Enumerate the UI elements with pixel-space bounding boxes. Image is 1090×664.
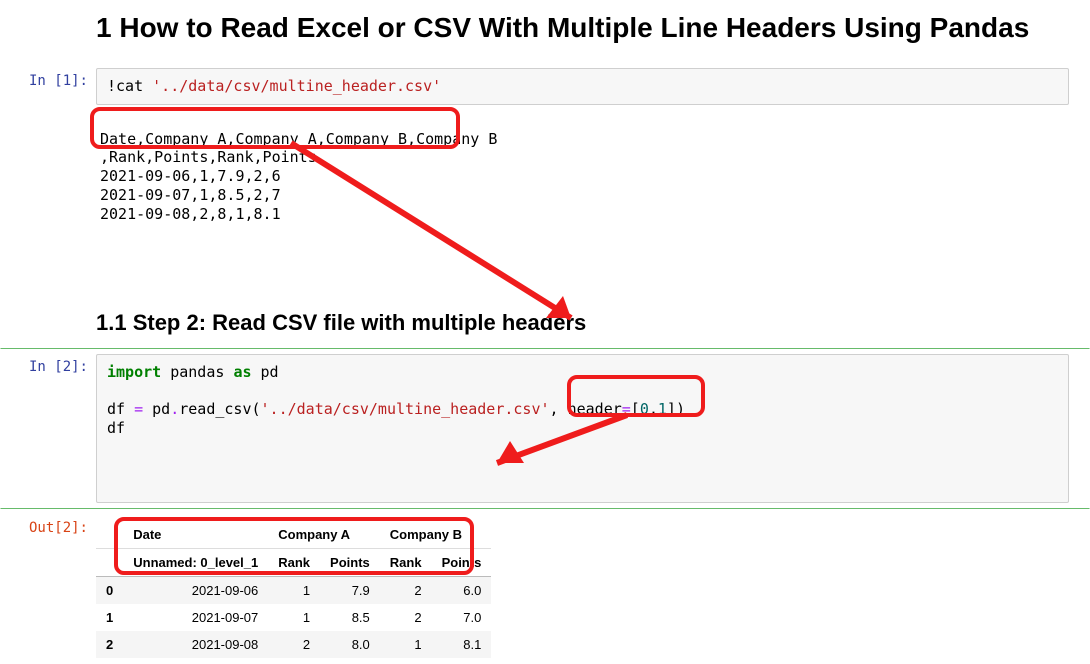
- out1-l3: 2021-09-07,1,8.5,2,7: [100, 186, 281, 204]
- code-input-1[interactable]: !cat '../data/csv/multine_header.csv': [96, 68, 1069, 105]
- dataframe-table: Date Company A Company B Unnamed: 0_leve…: [96, 521, 491, 658]
- table-row: 0 2021-09-06 1 7.9 2 6.0: [96, 576, 491, 604]
- table-header-row-2: Unnamed: 0_level_1 Rank Points Rank Poin…: [96, 548, 491, 576]
- out1-l4: 2021-09-08,2,8,1,8.1: [100, 205, 281, 223]
- table-row: 1 2021-09-07 1 8.5 2 7.0: [96, 604, 491, 631]
- out1-l2: 2021-09-06,1,7.9,2,6: [100, 167, 281, 185]
- in-prompt-2: In [2]:: [1, 354, 96, 503]
- code-cell-2[interactable]: In [2]: import pandas as pd df = pd.read…: [0, 348, 1090, 509]
- out1-l0: Date,Company A,Company A,Company B,Compa…: [100, 130, 497, 148]
- output-cell-2: Out[2]: Date Company A Company B Unnamed…: [0, 509, 1090, 664]
- out-prompt-2: Out[2]:: [1, 515, 96, 658]
- table-row: 2 2021-09-08 2 8.0 1 8.1: [96, 631, 491, 658]
- code-output-1: Date,Company A,Company A,Company B,Compa…: [96, 105, 1069, 286]
- table-header-row-1: Date Company A Company B: [96, 521, 491, 549]
- annotation-arrow-2: [482, 415, 642, 477]
- markdown-cell-title[interactable]: 1 How to Read Excel or CSV With Multiple…: [0, 0, 1090, 62]
- page-title: 1 How to Read Excel or CSV With Multiple…: [96, 12, 1069, 44]
- bang: !: [107, 77, 116, 95]
- code-cell-1[interactable]: In [1]: !cat '../data/csv/multine_header…: [0, 62, 1090, 348]
- prompt-empty: [1, 6, 96, 56]
- in-prompt-1: In [1]:: [1, 68, 96, 342]
- section-heading: 1.1 Step 2: Read CSV file with multiple …: [96, 310, 1069, 336]
- dataframe-output: Date Company A Company B Unnamed: 0_leve…: [96, 515, 1069, 658]
- cmd: cat: [116, 77, 152, 95]
- out1-l1: ,Rank,Points,Rank,Points: [100, 148, 317, 166]
- code-input-2[interactable]: import pandas as pd df = pd.read_csv('..…: [96, 354, 1069, 503]
- path-string: '../data/csv/multine_header.csv': [152, 77, 441, 95]
